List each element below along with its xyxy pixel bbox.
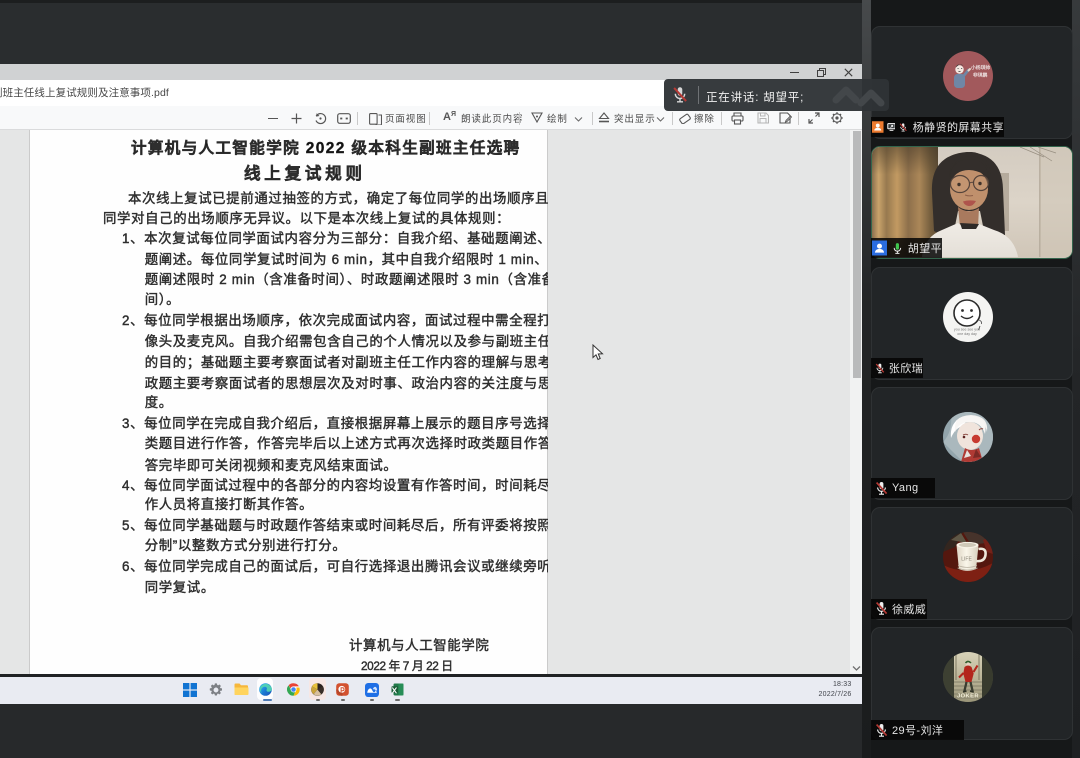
svg-text:you see see you: you see see you xyxy=(954,327,980,331)
svg-text:小杨琪帅: 小杨琪帅 xyxy=(970,64,990,71)
svg-text:JOKER: JOKER xyxy=(957,694,979,700)
svg-text:非琪鹏: 非琪鹏 xyxy=(973,72,988,79)
svg-text:LIFE: LIFE xyxy=(961,557,972,563)
svg-text:one day day: one day day xyxy=(957,332,977,336)
